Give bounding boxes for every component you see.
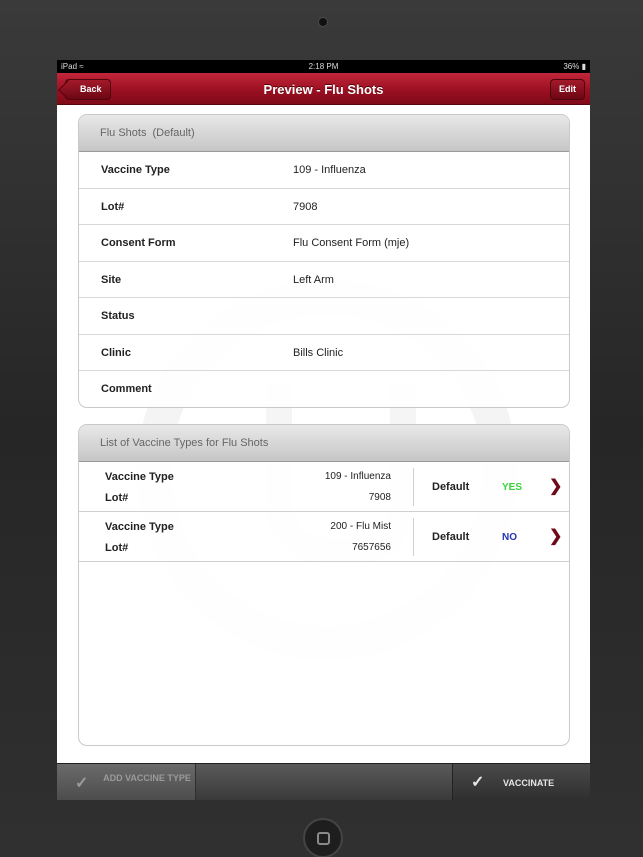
add-vaccine-type-button[interactable]: ✓ ADD VACCINE TYPE: [57, 764, 196, 800]
vaccinate-label: VACCINATE: [503, 778, 555, 788]
page-title: Preview - Flu Shots: [263, 82, 384, 97]
vaccine-list-header: List of Vaccine Types for Flu Shots: [79, 425, 569, 462]
detail-row-site: Site Left Arm: [79, 262, 569, 298]
detail-label: Vaccine Type: [101, 164, 170, 176]
detail-row-status: Status: [79, 298, 569, 335]
battery-icon: ▮: [581, 62, 586, 71]
detail-label: Lot#: [101, 200, 125, 213]
details-header-title: Flu Shots: [100, 127, 147, 139]
default-label: Default: [432, 481, 470, 493]
chevron-right-icon[interactable]: ❯: [549, 476, 562, 496]
device-screen: iPad ≈ 2:18 PM 36% ▮ Back Preview - Flu …: [57, 60, 590, 800]
bottom-toolbar: ✓ ADD VACCINE TYPE ✓ VACCINATE: [57, 763, 590, 800]
vaccinate-button[interactable]: ✓ VACCINATE: [452, 764, 590, 800]
detail-row-consent-form: Consent Form Flu Consent Form (mje): [79, 225, 569, 262]
main-content[interactable]: Flu Shots (Default) Vaccine Type 109 - In…: [57, 105, 590, 755]
navigation-bar: Back Preview - Flu Shots Edit: [57, 73, 590, 105]
details-header: Flu Shots (Default): [79, 115, 569, 152]
vaccine-list-group: List of Vaccine Types for Flu Shots Vacc…: [78, 424, 570, 746]
lot-label: Lot#: [105, 492, 129, 504]
detail-value: Flu Consent Form (mje): [293, 237, 410, 249]
status-bar: iPad ≈ 2:18 PM 36% ▮: [57, 60, 590, 73]
default-value: YES: [502, 482, 523, 493]
details-group: Flu Shots (Default) Vaccine Type 109 - In…: [78, 114, 570, 408]
default-label: Default: [432, 531, 470, 543]
syringe-icon: ✓: [75, 775, 89, 792]
lot-value: 7657656: [352, 542, 391, 553]
detail-value: 109 - Influenza: [293, 164, 366, 176]
row-divider: [413, 518, 414, 556]
detail-value: Bills Clinic: [293, 346, 344, 359]
detail-row-vaccine-type: Vaccine Type 109 - Influenza: [79, 152, 569, 189]
detail-value: 7908: [293, 200, 318, 213]
list-item[interactable]: Vaccine Type 109 - Influenza Lot# 7908 D…: [79, 462, 569, 512]
home-button[interactable]: [303, 818, 343, 857]
list-item[interactable]: Vaccine Type 200 - Flu Mist Lot# 7657656…: [79, 512, 569, 562]
battery-indicator: 36% ▮: [563, 62, 586, 71]
camera-dot: [318, 17, 328, 27]
syringe-icon: ✓: [471, 774, 485, 791]
detail-label: Status: [101, 310, 135, 322]
detail-label: Clinic: [101, 346, 131, 359]
status-time: 2:18 PM: [308, 62, 339, 71]
detail-label: Consent Form: [101, 237, 176, 249]
device-bezel: iPad ≈ 2:18 PM 36% ▮ Back Preview - Flu …: [0, 0, 643, 857]
detail-row-comment: Comment: [79, 371, 569, 407]
add-vaccine-type-label: ADD VACCINE TYPE: [103, 773, 191, 783]
default-value: NO: [502, 532, 517, 543]
detail-value: Left Arm: [293, 273, 334, 286]
edit-button[interactable]: Edit: [550, 79, 585, 100]
vaccine-type-value: 200 - Flu Mist: [330, 521, 391, 532]
details-header-suffix: (Default): [152, 127, 195, 139]
battery-percent: 36%: [563, 62, 580, 71]
detail-row-lot: Lot# 7908: [79, 189, 569, 225]
vaccine-type-value: 109 - Influenza: [324, 471, 391, 482]
detail-label: Site: [101, 273, 122, 286]
vaccine-type-label: Vaccine Type: [105, 471, 174, 483]
home-square-icon: [317, 832, 330, 845]
chevron-right-icon[interactable]: ❯: [549, 526, 562, 546]
lot-label: Lot#: [105, 542, 129, 554]
detail-row-clinic: Clinic Bills Clinic: [79, 335, 569, 371]
lot-value: 7908: [368, 492, 391, 503]
row-divider: [413, 468, 414, 506]
detail-label: Comment: [101, 383, 152, 395]
vaccine-type-label: Vaccine Type: [105, 521, 174, 533]
